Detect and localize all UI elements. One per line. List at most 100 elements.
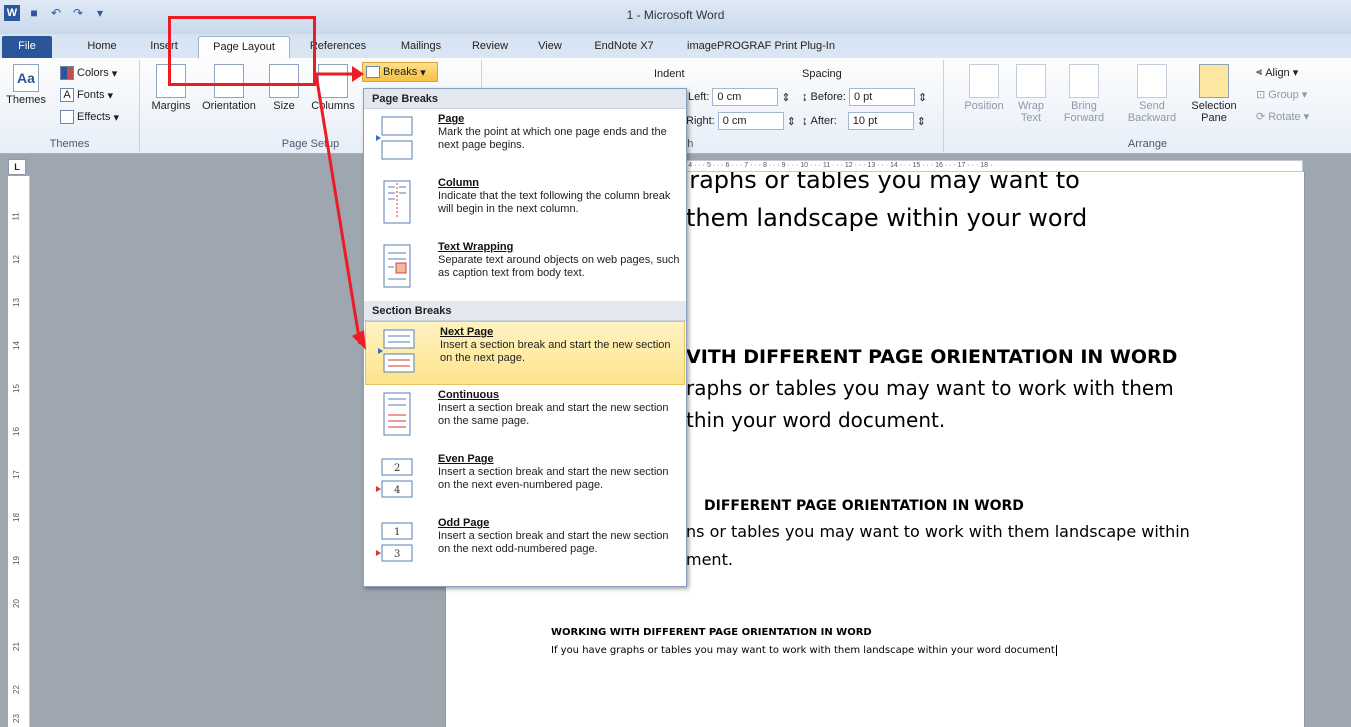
wrap-text-icon — [1016, 64, 1046, 98]
themes-button[interactable]: Aa Themes — [4, 64, 48, 106]
align-button[interactable]: ⫷ Align ▾ — [1256, 66, 1298, 79]
tab-mailings[interactable]: Mailings — [390, 36, 452, 58]
section-breaks-header: Section Breaks — [364, 301, 686, 321]
doc-heading: WORKING WITH DIFFERENT PAGE ORIENTATION … — [551, 627, 872, 638]
wrap-label: Wrap — [1017, 100, 1045, 112]
menu-item-title: Text Wrapping — [438, 241, 514, 253]
bring-label-2: Forward — [1063, 112, 1105, 124]
doc-text-line: graphs or tables you may want to — [674, 172, 1080, 194]
menu-item-desc: Insert a section break and start the new… — [438, 402, 669, 427]
tab-review[interactable]: Review — [466, 36, 514, 58]
spinner-icon[interactable]: ⇕ — [787, 115, 796, 128]
doc-text-line: thin your word document. — [686, 408, 946, 432]
send-label: Send — [1139, 100, 1165, 112]
menu-item-even-page[interactable]: 2 4 Even Page Insert a section break and… — [364, 449, 686, 513]
fonts-icon: A — [60, 88, 74, 102]
tab-endnote[interactable]: EndNote X7 — [586, 36, 662, 58]
ruler-number: 15 — [11, 384, 21, 393]
menu-item-desc: Indicate that the text following the col… — [438, 190, 671, 215]
arrange-group: Position Wrap Text Bring Forward Send Ba… — [944, 60, 1351, 152]
ruler-number: 19 — [11, 556, 21, 565]
text-cursor — [1055, 645, 1060, 656]
tab-file[interactable]: File — [2, 36, 52, 58]
selection-pane-icon — [1199, 64, 1229, 98]
bring-forward-icon — [1069, 64, 1099, 98]
breaks-button[interactable]: Breaks ▾ — [362, 62, 438, 82]
menu-item-title: Continuous — [438, 389, 500, 401]
ruler-number: 22 — [11, 685, 21, 694]
horizontal-ruler[interactable]: · 4 · · · 5 · · · 6 · · · 7 · · · 8 · · … — [683, 160, 1303, 172]
send-backward-icon — [1137, 64, 1167, 98]
breaks-menu: Page Breaks Page Mark the point at which… — [363, 88, 687, 587]
tab-selector[interactable]: L — [8, 159, 26, 175]
vertical-ruler[interactable]: 11 12 13 14 15 16 17 18 19 20 21 22 23 — [8, 176, 30, 727]
menu-item-title: Odd Page — [438, 517, 490, 529]
spacing-after-icon: ↨ — [802, 115, 808, 127]
svg-text:4: 4 — [394, 485, 400, 496]
indent-left-input[interactable]: 0 cm — [712, 88, 779, 106]
effects-label: Effects — [77, 111, 111, 123]
menu-item-next-page[interactable]: Next Page Insert a section break and sta… — [365, 321, 685, 385]
themes-group: Aa Themes Colors ▾ A Fonts ▾ Effects ▾ Them… — [0, 60, 140, 152]
spinner-icon[interactable]: ⇕ — [917, 115, 926, 128]
column-break-icon — [383, 180, 411, 224]
ruler-number: 12 — [11, 255, 21, 264]
spinner-icon[interactable]: ⇕ — [781, 91, 790, 104]
ruler-number: 21 — [11, 642, 21, 651]
themes-icon: Aa — [13, 64, 39, 92]
tab-view[interactable]: View — [528, 36, 572, 58]
menu-item-continuous[interactable]: Continuous Insert a section break and st… — [364, 385, 686, 449]
breaks-label: Breaks — [383, 66, 418, 78]
menu-item-desc: Insert a section break and start the new… — [440, 339, 671, 364]
menu-item-odd-page[interactable]: 1 3 Odd Page Insert a section break and … — [364, 513, 686, 577]
menu-item-page-break[interactable]: Page Mark the point at which one page en… — [364, 109, 686, 173]
align-label: Align — [1265, 66, 1290, 79]
tab-home[interactable]: Home — [78, 36, 126, 58]
indent-left-label: Left: — [688, 91, 710, 103]
ruler-number: 16 — [11, 427, 21, 436]
position-button[interactable]: Position — [962, 64, 1006, 112]
next-page-icon — [378, 329, 415, 373]
position-label: Position — [964, 100, 1004, 112]
bring-forward-button[interactable]: Bring Forward — [1056, 64, 1112, 124]
svg-text:1: 1 — [394, 527, 400, 538]
wrap-text-button[interactable]: Wrap Text — [1014, 64, 1048, 124]
chevron-down-icon: ▾ — [1303, 111, 1310, 123]
menu-item-text-wrapping[interactable]: Text Wrapping Separate text around objec… — [364, 237, 686, 301]
breaks-icon — [366, 66, 380, 78]
spinner-icon[interactable]: ⇕ — [918, 91, 927, 104]
group-button[interactable]: ⊡ Group ▾ — [1256, 88, 1308, 102]
indent-right-input[interactable]: 0 cm — [717, 112, 784, 130]
spacing-after-label: After: — [810, 115, 837, 127]
tab-imageprograf[interactable]: imagePROGRAF Print Plug-In — [676, 36, 846, 58]
effects-button[interactable]: Effects ▾ — [60, 110, 119, 124]
selection-label-2: Pane — [1201, 112, 1227, 124]
menu-item-title: Page — [438, 113, 465, 125]
chevron-down-icon: ▾ — [107, 89, 114, 102]
doc-text-line: ns or tables you may want to work with t… — [686, 522, 1190, 541]
rotate-button[interactable]: ⟳ Rotate ▾ — [1256, 110, 1310, 124]
size-label: Size — [273, 100, 295, 112]
spacing-before-icon: ↨ — [802, 91, 808, 103]
themes-group-label: Themes — [49, 138, 90, 150]
send-backward-button[interactable]: Send Backward — [1122, 64, 1182, 124]
page-break-icon — [376, 116, 413, 160]
arrange-group-label: Arrange — [1127, 138, 1168, 150]
spacing-after-input[interactable]: 10 pt — [847, 112, 914, 130]
chevron-down-icon: ▾ — [1301, 89, 1308, 101]
ruler-number: 23 — [11, 714, 21, 723]
selection-pane-button[interactable]: Selection Pane — [1188, 64, 1240, 124]
doc-heading: DIFFERENT PAGE ORIENTATION IN WORD — [704, 498, 1024, 514]
colors-button[interactable]: Colors ▾ — [60, 66, 117, 80]
spacing-before-input[interactable]: 0 pt — [848, 88, 915, 106]
annotation-highlight-box — [168, 16, 316, 86]
doc-text-span: If you have graphs or tables you may wan… — [551, 645, 1055, 656]
menu-item-column-break[interactable]: Column Indicate that the text following … — [364, 173, 686, 237]
themes-label: Themes — [6, 94, 46, 106]
selection-label: Selection — [1191, 100, 1237, 112]
doc-heading: VITH DIFFERENT PAGE ORIENTATION IN WORD — [686, 346, 1178, 368]
menu-item-title: Column — [438, 177, 479, 189]
fonts-label: Fonts — [77, 89, 105, 101]
continuous-icon — [383, 392, 411, 436]
fonts-button[interactable]: A Fonts ▾ — [60, 88, 113, 102]
